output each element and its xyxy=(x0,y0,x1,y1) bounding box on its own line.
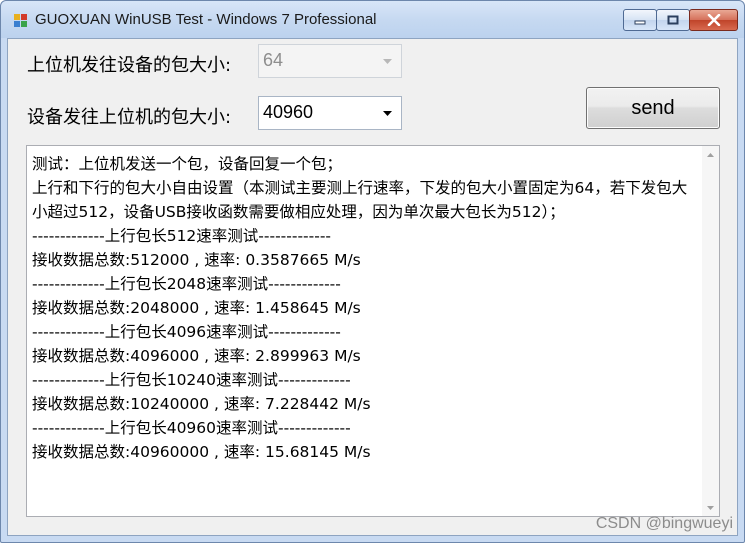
device-to-host-size-label: 设备发往上位机的包大小: xyxy=(27,107,232,128)
caption-buttons xyxy=(623,9,738,31)
host-to-device-size-label: 上位机发往设备的包大小: xyxy=(27,55,232,76)
window-title: GUOXUAN WinUSB Test - Windows 7 Professi… xyxy=(35,11,377,28)
log-line: 接收数据总数:2048000 , 速率: 1.458645 M/s xyxy=(32,299,361,317)
maximize-button[interactable] xyxy=(656,9,690,31)
log-line: 接收数据总数:4096000 , 速率: 2.899963 M/s xyxy=(32,347,361,365)
device-to-host-size-value: 40960 xyxy=(263,102,314,122)
log-line: 接收数据总数:10240000 , 速率: 7.228442 M/s xyxy=(32,395,371,413)
log-lines: 测试：上位机发送一个包，设备回复一个包； 上行和下行的包大小自由设置（本测试主要… xyxy=(32,152,699,464)
app-icon xyxy=(13,13,29,29)
send-button[interactable]: send xyxy=(586,87,720,129)
log-line: 接收数据总数:512000 , 速率: 0.3587665 M/s xyxy=(32,251,361,269)
log-line: -------------上行包长40960速率测试------------- xyxy=(32,419,351,437)
form-client-area: 上位机发往设备的包大小: 64 设备发往上位机的包大小: 40960 send … xyxy=(7,38,738,536)
log-line: 测试：上位机发送一个包，设备回复一个包； xyxy=(32,155,343,173)
log-line: 上行和下行的包大小自由设置（本测试主要测上行速率，下发的包大小置固定为64，若下… xyxy=(32,179,688,221)
scroll-up-arrow-icon[interactable] xyxy=(702,146,719,163)
log-line: -------------上行包长512速率测试------------- xyxy=(32,227,332,245)
dropdown-arrow-icon[interactable] xyxy=(377,97,397,129)
log-line: -------------上行包长2048速率测试------------- xyxy=(32,275,341,293)
app-window: GUOXUAN WinUSB Test - Windows 7 Professi… xyxy=(0,0,745,543)
close-button[interactable] xyxy=(689,9,738,31)
close-icon xyxy=(707,14,720,26)
vertical-scrollbar[interactable] xyxy=(702,146,719,516)
minimize-button[interactable] xyxy=(623,9,657,31)
host-to-device-size-select: 64 xyxy=(258,44,402,78)
host-to-device-size-value: 64 xyxy=(263,50,284,70)
dropdown-arrow-icon xyxy=(377,45,397,77)
log-textbox[interactable]: 测试：上位机发送一个包，设备回复一个包； 上行和下行的包大小自由设置（本测试主要… xyxy=(26,145,720,517)
title-bar[interactable]: GUOXUAN WinUSB Test - Windows 7 Professi… xyxy=(1,1,744,38)
device-to-host-size-select[interactable]: 40960 xyxy=(258,96,402,130)
log-line: 接收数据总数:40960000 , 速率: 15.68145 M/s xyxy=(32,443,371,461)
log-line: -------------上行包长4096速率测试------------- xyxy=(32,323,341,341)
scroll-down-arrow-icon[interactable] xyxy=(702,499,719,516)
watermark: CSDN @bingwueyi xyxy=(595,515,733,532)
log-line: -------------上行包长10240速率测试------------- xyxy=(32,371,351,389)
maximize-icon xyxy=(667,15,679,25)
minimize-icon xyxy=(634,20,646,25)
